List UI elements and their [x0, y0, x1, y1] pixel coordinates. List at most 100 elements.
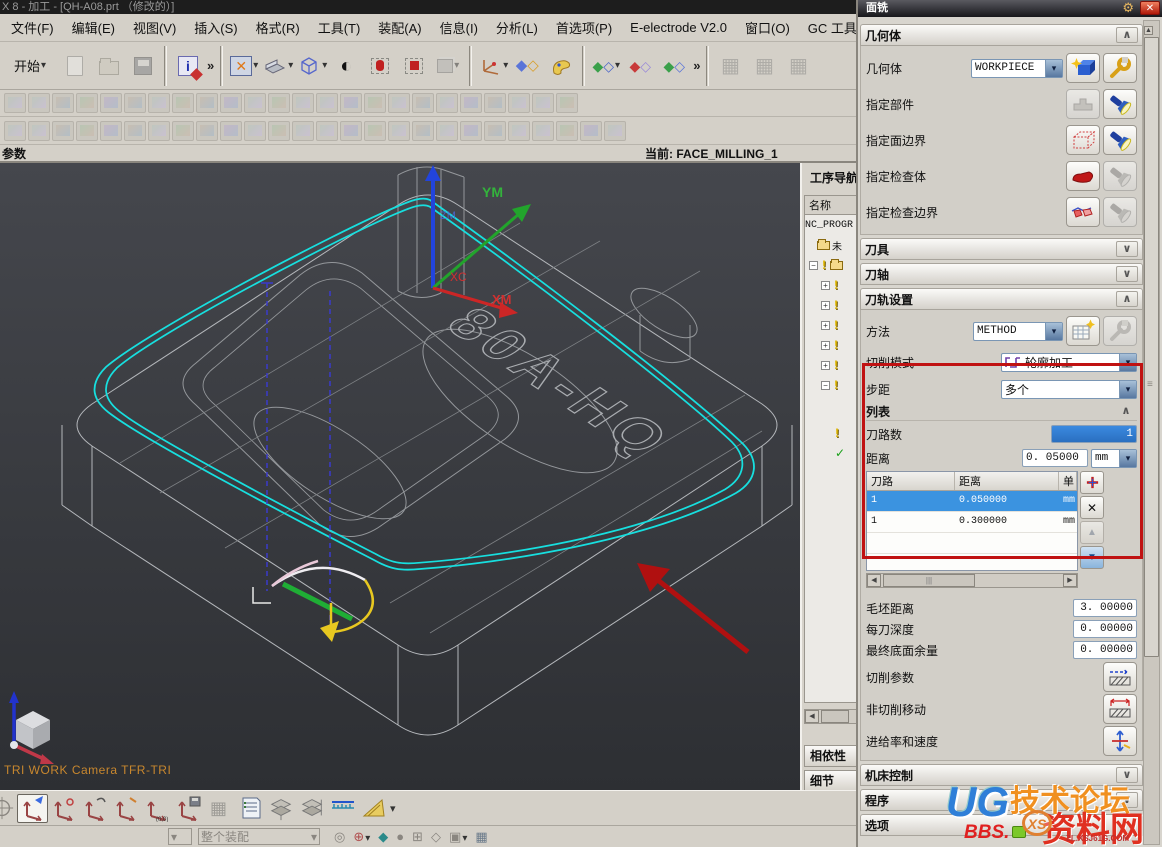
toolbar-icon[interactable] [172, 93, 194, 113]
toolbar-icon[interactable] [292, 93, 314, 113]
scroll-up-button[interactable]: ▲ [1144, 26, 1153, 35]
display-mode-button[interactable]: ◐ [329, 46, 363, 86]
dialog-title-bar[interactable]: 面铣 ⚙ ✕ [858, 0, 1162, 17]
toolbar-icon[interactable] [412, 93, 434, 113]
toolbar-icon[interactable] [172, 121, 194, 141]
toolbar-icon[interactable] [244, 121, 266, 141]
chevron-down-icon[interactable]: ∨ [1116, 767, 1138, 783]
save-button[interactable] [126, 46, 160, 86]
menu-assemblies[interactable]: 装配(A) [369, 15, 430, 40]
dialog-scrollbar[interactable]: ▲ ≡ [1143, 20, 1160, 845]
toolbar-icon[interactable] [4, 93, 26, 113]
table-hscrollbar[interactable]: ◀ ||| ▶ [866, 573, 1078, 588]
info-button[interactable]: i [171, 46, 205, 86]
shaded-view-button[interactable]: ▾ [261, 46, 295, 86]
overflow-button[interactable]: » [207, 58, 214, 73]
passes-field[interactable]: 1 [1051, 425, 1137, 443]
tree-item-root[interactable]: NC_PROGR [805, 215, 856, 235]
toolbar-icon[interactable] [52, 93, 74, 113]
toolbar-icon[interactable] [436, 121, 458, 141]
solid-body-icon[interactable]: ▦ [475, 829, 487, 845]
toolbar-icon[interactable] [604, 121, 626, 141]
section-tool-axis[interactable]: 刀轴 ∨ [860, 263, 1143, 285]
grid-tool-button[interactable]: ▦ [713, 46, 747, 86]
menu-view[interactable]: 视图(V) [124, 15, 185, 40]
information-window-button[interactable] [234, 794, 265, 823]
toolbar-icon[interactable] [268, 93, 290, 113]
menu-tools[interactable]: 工具(T) [309, 15, 370, 40]
tab-details[interactable]: 细节 [804, 770, 856, 790]
toolbar-icon[interactable] [28, 93, 50, 113]
final-floor-stock-field[interactable]: 0. 00000 [1073, 641, 1137, 659]
name-column-header[interactable]: 名称 [805, 196, 856, 215]
menu-insert[interactable]: 插入(S) [185, 15, 246, 40]
tree-item-current[interactable]: ✓ [805, 443, 856, 463]
wcs-to-absolute-button[interactable]: (0,0) [141, 794, 172, 823]
assembly-scope-dropdown[interactable]: 整个装配 ▾ [198, 828, 320, 845]
distance-field[interactable]: 0. 05000 [1022, 449, 1088, 467]
toolbar-icon[interactable] [148, 121, 170, 141]
toolbar-icon[interactable] [364, 121, 386, 141]
tree-item-unused[interactable]: 未 [805, 235, 856, 255]
toolbar-icon[interactable] [220, 93, 242, 113]
snap-point-icon[interactable]: ⊕▾ [353, 829, 370, 845]
section-path-settings[interactable]: 刀轨设置 ∧ [860, 288, 1143, 310]
toolbar-icon[interactable] [52, 121, 74, 141]
table-row-selected[interactable]: 1 0.050000 mm [867, 491, 1077, 512]
overflow-button[interactable]: » [693, 58, 700, 73]
toolbar-icon[interactable] [124, 121, 146, 141]
toolbar-icon[interactable] [556, 121, 578, 141]
toolbar-icon[interactable] [508, 93, 530, 113]
toolbar-icon[interactable] [364, 93, 386, 113]
grid-display-button[interactable]: ▦ [203, 794, 234, 823]
select-check-body-button[interactable] [1066, 161, 1100, 191]
highlight-face-boundary-button[interactable] [1103, 125, 1137, 155]
collapse-icon[interactable]: − [821, 381, 830, 390]
highlight-check-body-button[interactable] [1103, 161, 1137, 191]
list-subsection[interactable]: 列表 ∧ [866, 403, 1137, 421]
open-file-button[interactable] [92, 46, 126, 86]
menu-preferences[interactable]: 首选项(P) [547, 15, 621, 40]
grid-tool-button-3[interactable]: ▦ [781, 46, 815, 86]
edit-display-button[interactable] [544, 46, 578, 86]
start-button[interactable]: 开始 ▾ [2, 46, 58, 86]
section-options[interactable]: 选项 [860, 814, 1143, 836]
method-select[interactable]: METHOD ▾ [973, 322, 1063, 341]
new-method-button[interactable] [1066, 316, 1100, 346]
snap-rotate-icon[interactable]: ◇ [431, 829, 441, 845]
tree-item[interactable]: −! [805, 255, 856, 275]
scroll-thumb[interactable] [1144, 37, 1159, 657]
tree-item[interactable]: ! [805, 423, 856, 443]
blank-distance-field[interactable]: 3. 00000 [1073, 599, 1137, 617]
scroll-left-button[interactable]: ◀ [805, 710, 819, 723]
navigator-tree[interactable]: 名称 NC_PROGR 未 −! +! +! +! +! +! −! ! ✓ [804, 195, 856, 703]
compass-button[interactable] [0, 794, 17, 823]
grid-tool-button-2[interactable]: ▦ [747, 46, 781, 86]
expand-icon[interactable]: + [821, 281, 830, 290]
chevron-up-icon[interactable]: ∧ [1115, 404, 1137, 420]
toolbar-icon[interactable] [532, 121, 554, 141]
analysis-slope-button[interactable] [358, 794, 389, 823]
toolbar-icon[interactable] [460, 93, 482, 113]
section-geometry[interactable]: 几何体 ∧ [860, 24, 1143, 46]
collapse-icon[interactable]: − [809, 261, 818, 270]
scroll-left-button[interactable]: ◀ [867, 574, 881, 587]
tree-item[interactable]: −! [805, 375, 856, 395]
toolbar-icon[interactable] [76, 93, 98, 113]
toolbar-icon[interactable] [292, 121, 314, 141]
menu-format[interactable]: 格式(R) [247, 15, 309, 40]
toolbar-icon[interactable] [268, 121, 290, 141]
toolbar-icon[interactable] [340, 93, 362, 113]
toolbar-icon[interactable] [412, 121, 434, 141]
menu-analysis[interactable]: 分析(L) [487, 15, 547, 40]
toolbar-icon[interactable] [316, 93, 338, 113]
add-row-button[interactable] [1080, 471, 1104, 494]
new-geometry-button[interactable] [1066, 53, 1100, 83]
feeds-speeds-button[interactable] [1103, 726, 1137, 756]
toolbar-icon[interactable] [556, 93, 578, 113]
menu-window[interactable]: 窗口(O) [736, 15, 799, 40]
toolbar-icon[interactable] [388, 93, 410, 113]
passes-table[interactable]: 刀路 距离 单 1 0.050000 mm 1 0.300000 mm [866, 471, 1078, 571]
table-row-empty[interactable] [867, 533, 1077, 554]
toolbar-icon[interactable] [244, 93, 266, 113]
